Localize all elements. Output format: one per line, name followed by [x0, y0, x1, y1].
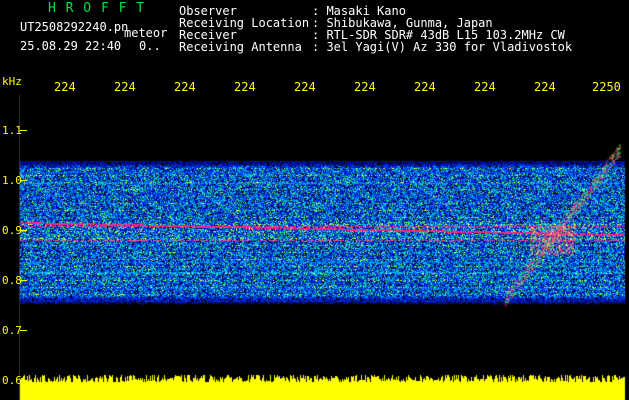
spectrogram-canvas — [0, 0, 629, 400]
time-label: 224 — [354, 80, 376, 94]
filename-label: UT2508292240.pn — [20, 20, 129, 34]
freq-label: 1.1 — [2, 124, 22, 137]
app-title: H R O F F T — [48, 1, 146, 16]
time-label: 2250 — [592, 80, 621, 94]
freq-label: 0.6 — [2, 374, 22, 387]
time-label: 224 — [54, 80, 76, 94]
time-label: 224 — [414, 80, 436, 94]
antenna-value: : 3el Yagi(V) Az 330 for Vladivostok — [312, 40, 573, 54]
time-label: 224 — [534, 80, 556, 94]
time-label: 224 — [114, 80, 136, 94]
freq-label: 0.7 — [2, 324, 22, 337]
time-label: 224 — [474, 80, 496, 94]
antenna-label: Receiving Antenna — [179, 40, 302, 54]
freq-label: 0.8 — [2, 274, 22, 287]
freq-tick — [20, 130, 27, 131]
freq-label: 0.9 — [2, 224, 22, 237]
time-axis: 224 224 224 224 224 224 224 224 224 2250 — [0, 80, 629, 94]
time-label: 224 — [294, 80, 316, 94]
time-label: 224 — [234, 80, 256, 94]
time-label: 224 — [174, 80, 196, 94]
freq-label: 1.0 — [2, 174, 22, 187]
mode-label: meteor — [124, 26, 168, 40]
freq-tick — [20, 380, 27, 381]
freq-tick — [20, 280, 27, 281]
freq-tick — [20, 230, 27, 231]
freq-tick — [20, 330, 27, 331]
freq-tick — [20, 180, 27, 181]
status-label: 0.. — [139, 39, 161, 53]
datetime-label: 25.08.29 22:40 — [20, 39, 122, 53]
